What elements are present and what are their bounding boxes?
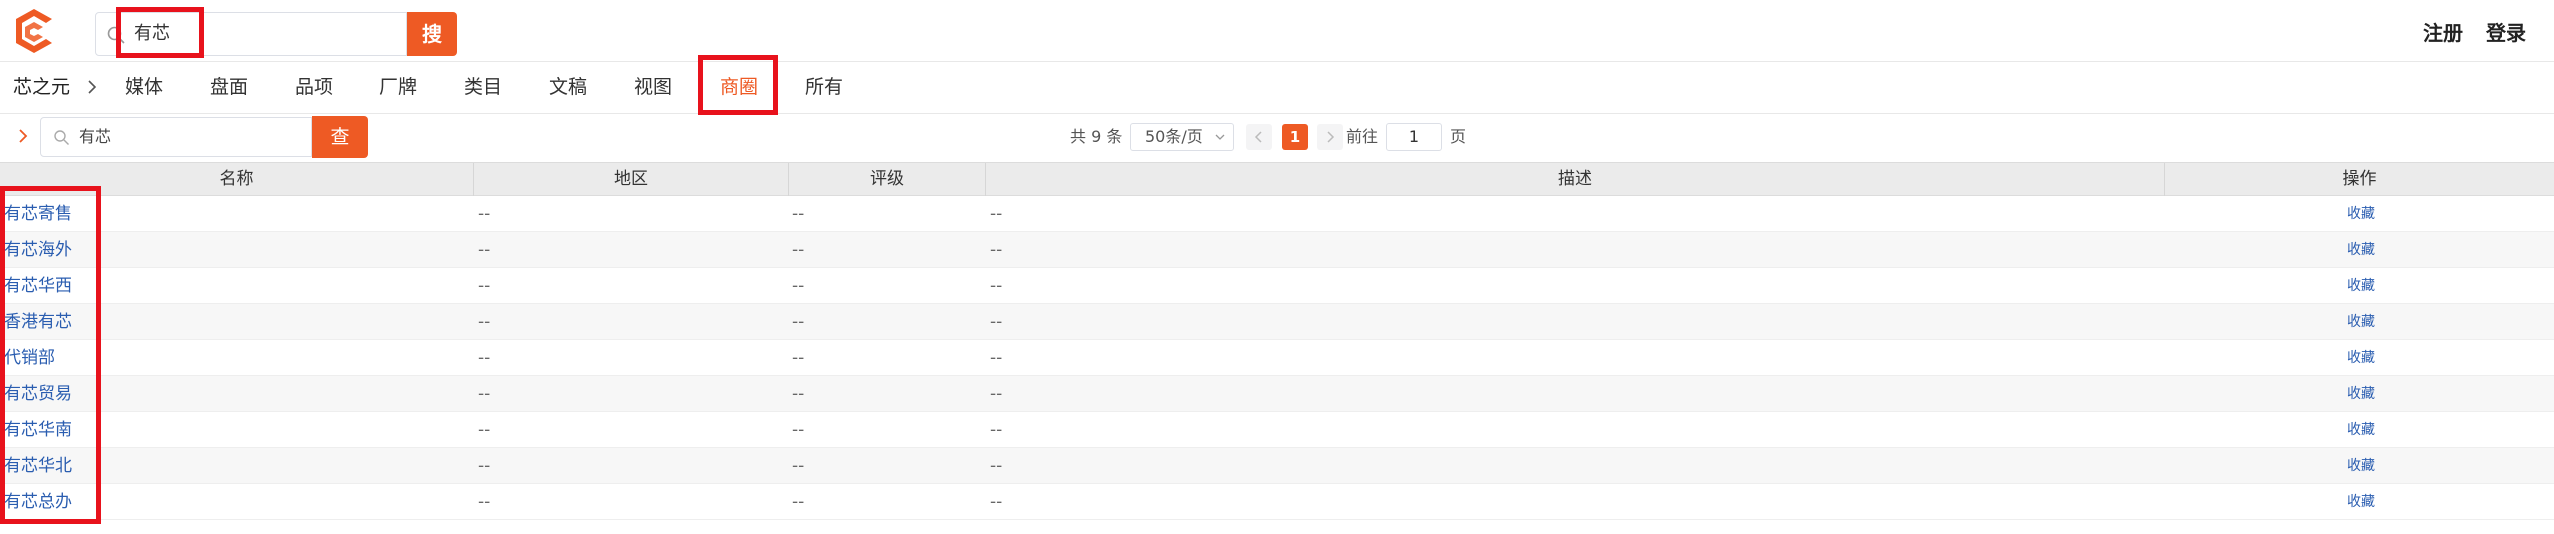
row-description: -- [990, 204, 1003, 224]
row-description: -- [990, 348, 1003, 368]
row-region: -- [478, 348, 491, 368]
row-region: -- [478, 312, 491, 332]
favorite-link[interactable]: 收藏 [2347, 304, 2375, 340]
filter-input[interactable]: 有芯 [40, 117, 312, 157]
table-row: 有芯华北 -- -- -- 收藏 [0, 448, 2554, 484]
row-rating: -- [792, 240, 805, 260]
prev-page-button[interactable] [1246, 124, 1272, 150]
filter-input-value: 有芯 [79, 127, 112, 146]
row-region: -- [478, 240, 491, 260]
pager-total: 共 9 条 [1070, 127, 1123, 146]
goto-suffix: 页 [1450, 127, 1467, 146]
row-region: -- [478, 276, 491, 296]
row-region: -- [478, 492, 491, 512]
list-toolbar: 有芯 查 共 9 条 50条/页 1 前往 1 页 [0, 114, 2554, 162]
row-description: -- [990, 456, 1003, 476]
row-description: -- [990, 492, 1003, 512]
top-header: 有芯 搜 注册 登录 [0, 0, 2554, 62]
prev-page-icon [1254, 131, 1262, 143]
logo-icon[interactable] [10, 6, 58, 56]
table-row: 有芯华南 -- -- -- 收藏 [0, 412, 2554, 448]
row-region: -- [478, 456, 491, 476]
next-page-button[interactable] [1317, 124, 1343, 150]
page-size-select[interactable]: 50条/页 [1130, 123, 1234, 151]
column-header-region: 地区 [474, 163, 789, 196]
row-region: -- [478, 420, 491, 440]
table-row: 有芯华西 -- -- -- 收藏 [0, 268, 2554, 304]
active-tab-highlight-box [698, 55, 778, 115]
row-rating: -- [792, 420, 805, 440]
favorite-link[interactable]: 收藏 [2347, 232, 2375, 268]
favorite-link[interactable]: 收藏 [2347, 412, 2375, 448]
nav-item-brands[interactable]: 厂牌 [379, 75, 417, 99]
search-button[interactable]: 搜 [407, 12, 457, 56]
row-region: -- [478, 204, 491, 224]
page-number-current[interactable]: 1 [1282, 124, 1308, 150]
register-link[interactable]: 注册 [2423, 20, 2463, 46]
row-rating: -- [792, 456, 805, 476]
row-rating: -- [792, 204, 805, 224]
chevron-right-icon [88, 80, 97, 94]
nav-item-products[interactable]: 品项 [295, 75, 333, 99]
favorite-link[interactable]: 收藏 [2347, 196, 2375, 232]
nav-item-views[interactable]: 视图 [634, 75, 672, 99]
goto-label: 前往 [1346, 127, 1379, 146]
goto-page-input[interactable]: 1 [1386, 123, 1442, 151]
favorite-link[interactable]: 收藏 [2347, 448, 2375, 484]
row-description: -- [990, 240, 1003, 260]
search-icon [54, 130, 69, 145]
column-header-description: 描述 [986, 163, 2165, 196]
row-description: -- [990, 312, 1003, 332]
row-description: -- [990, 420, 1003, 440]
row-rating: -- [792, 312, 805, 332]
login-link[interactable]: 登录 [2486, 20, 2526, 46]
favorite-link[interactable]: 收藏 [2347, 340, 2375, 376]
name-column-highlight-box [0, 186, 101, 524]
query-button[interactable]: 查 [312, 116, 368, 158]
row-rating: -- [792, 492, 805, 512]
nav-item-articles[interactable]: 文稿 [549, 75, 587, 99]
table-row: 有芯海外 -- -- -- 收藏 [0, 232, 2554, 268]
favorite-link[interactable]: 收藏 [2347, 268, 2375, 304]
row-rating: -- [792, 384, 805, 404]
table-row: 代销部 -- -- -- 收藏 [0, 340, 2554, 376]
nav-item-all[interactable]: 所有 [805, 75, 843, 99]
page-size-value: 50条/页 [1145, 127, 1203, 146]
column-header-actions: 操作 [2342, 169, 2377, 189]
column-header-rating: 评级 [789, 163, 986, 196]
nav-item-board[interactable]: 盘面 [210, 75, 248, 99]
nav-item-categories[interactable]: 类目 [464, 75, 502, 99]
row-region: -- [478, 384, 491, 404]
row-rating: -- [792, 276, 805, 296]
next-page-icon [1327, 131, 1335, 143]
row-description: -- [990, 384, 1003, 404]
nav-item-media[interactable]: 媒体 [125, 75, 163, 99]
favorite-link[interactable]: 收藏 [2347, 484, 2375, 520]
row-rating: -- [792, 348, 805, 368]
table-row: 有芯贸易 -- -- -- 收藏 [0, 376, 2554, 412]
row-description: -- [990, 276, 1003, 296]
nav-brand[interactable]: 芯之元 [13, 75, 70, 99]
search-highlight-box [116, 7, 204, 58]
caret-down-icon [1215, 134, 1225, 140]
table-row: 有芯总办 -- -- -- 收藏 [0, 484, 2554, 520]
favorite-link[interactable]: 收藏 [2347, 376, 2375, 412]
table-header: 名称 地区 评级 描述 操作 [0, 162, 2554, 196]
table-row: 香港有芯 -- -- -- 收藏 [0, 304, 2554, 340]
category-nav: 芯之元 媒体 盘面 品项 厂牌 类目 文稿 视图 商圈 所有 [0, 62, 2554, 114]
table-row: 有芯寄售 -- -- -- 收藏 [0, 196, 2554, 232]
chevron-right-icon[interactable] [17, 128, 29, 144]
